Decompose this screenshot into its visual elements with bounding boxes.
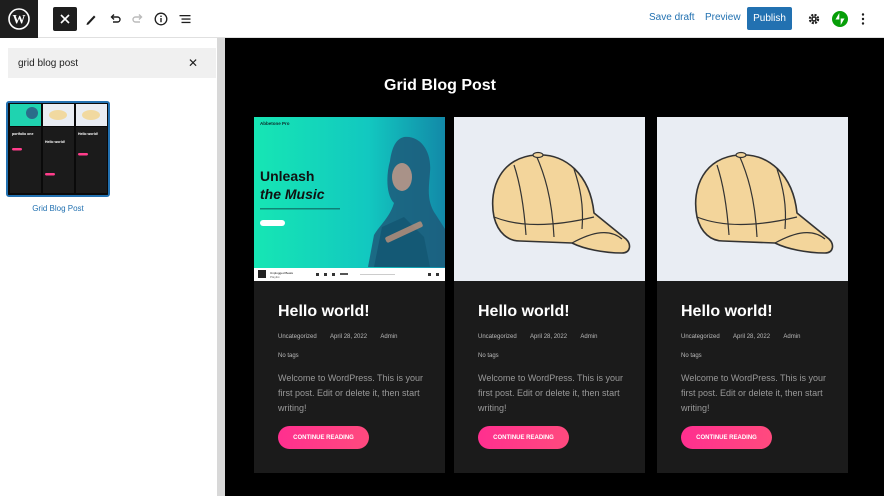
post-card-3: Hello world! Uncategorized April 28, 202… [657,117,848,473]
publish-button[interactable]: Publish [747,7,792,30]
preview-button[interactable]: Preview [705,12,741,23]
cap-image [695,151,834,254]
more-vertical-icon[interactable] [851,7,875,31]
post-date[interactable]: April 28, 2022 [330,334,367,340]
cap-image [492,151,631,254]
post-tags: No tags [478,353,499,359]
editor-header: W Save draft Preview Publish [0,0,884,38]
post-card-2: Hello world! Uncategorized April 28, 202… [454,117,645,473]
pencil-icon[interactable] [79,7,103,31]
sidebar-scrollbar[interactable] [217,38,225,496]
pattern-search: ✕ [8,48,216,78]
redo-icon[interactable] [126,7,150,31]
post-author[interactable]: Admin [783,334,800,340]
hero-brand: Abbetone Pro [260,121,290,126]
post-featured-image[interactable]: Abbetone Pro Unleash the Music Unplugged… [254,117,445,281]
post-author[interactable]: Admin [580,334,597,340]
page-title[interactable]: Grid Blog Post [225,77,655,95]
post-tags: No tags [681,353,702,359]
post-category[interactable]: Uncategorized [478,334,517,340]
pattern-label[interactable]: Grid Blog Post [6,204,110,213]
post-title[interactable]: Hello world! [478,303,570,321]
post-meta: Uncategorized April 28, 2022 Admin [278,334,409,340]
info-icon[interactable] [149,7,173,31]
post-meta: Uncategorized April 28, 2022 Admin [681,334,812,340]
svg-text:W: W [13,12,26,27]
thumb-title-3: Hello world! [78,132,98,136]
hero-line-2: the Music [260,186,325,202]
post-date[interactable]: April 28, 2022 [733,334,770,340]
search-input[interactable] [8,48,188,78]
post-excerpt: Welcome to WordPress. This is your first… [278,373,424,413]
post-category[interactable]: Uncategorized [681,334,720,340]
post-card-1: Abbetone Pro Unleash the Music Unplugged… [254,117,445,473]
thumb-title-1: portfolio one [12,132,33,136]
save-draft-button[interactable]: Save draft [649,12,695,23]
thumb-title-2: Hello world! [45,140,65,144]
post-meta: Uncategorized April 28, 2022 Admin [478,334,609,340]
post-tags: No tags [278,353,299,359]
clear-search-icon[interactable]: ✕ [188,56,198,70]
post-featured-image[interactable] [657,117,848,281]
continue-reading-button[interactable]: CONTINUE READING [478,426,569,449]
post-author[interactable]: Admin [380,334,397,340]
continue-reading-button[interactable]: CONTINUE READING [681,426,772,449]
undo-icon[interactable] [103,7,127,31]
player-sub: Playlist [270,275,280,279]
post-date[interactable]: April 28, 2022 [530,334,567,340]
pattern-preview-image: portfolio one Hello world! Hello world! [8,103,108,195]
pattern-thumbnail[interactable]: portfolio one Hello world! Hello world! [6,101,110,197]
wordpress-logo-icon[interactable]: W [0,0,38,38]
list-view-icon[interactable] [173,7,197,31]
post-title[interactable]: Hello world! [681,303,773,321]
post-excerpt: Welcome to WordPress. This is your first… [681,373,827,413]
close-icon[interactable] [53,7,77,31]
jetpack-icon[interactable] [828,7,852,31]
post-category[interactable]: Uncategorized [278,334,317,340]
gear-icon[interactable] [802,7,826,31]
hero-line-1: Unleash [260,168,314,184]
post-title[interactable]: Hello world! [278,303,370,321]
post-featured-image[interactable] [454,117,645,281]
continue-reading-button[interactable]: CONTINUE READING [278,426,369,449]
post-excerpt: Welcome to WordPress. This is your first… [478,373,624,413]
